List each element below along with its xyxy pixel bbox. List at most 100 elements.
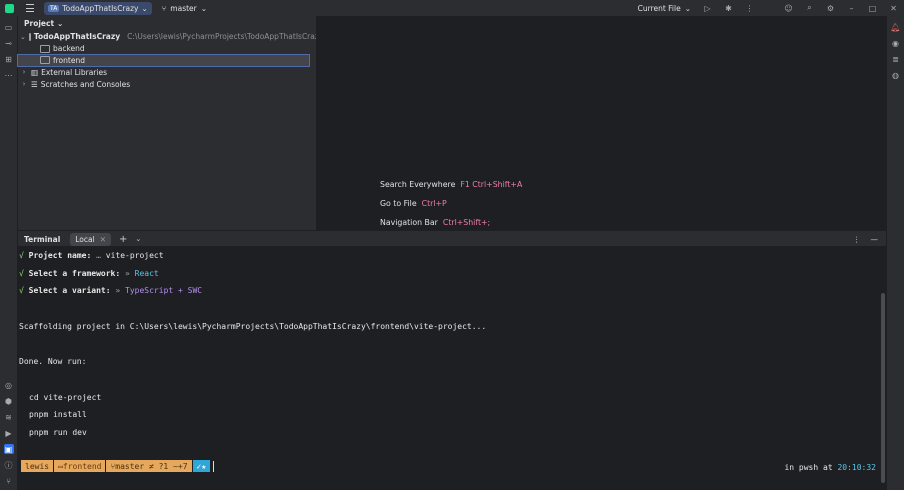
branch-icon: ⑂ — [161, 3, 167, 13]
tree-item-backend[interactable]: backend — [18, 43, 316, 55]
copilot-icon[interactable]: ◍ — [891, 70, 901, 80]
commit-tool-icon[interactable]: ⊸ — [4, 38, 14, 48]
terminal-title: Terminal — [24, 234, 61, 244]
tree-root-path: C:\Users\lewis\PycharmProjects\TodoAppTh… — [127, 32, 324, 42]
hint-label: Go to File — [380, 199, 417, 208]
app-logo-icon — [5, 3, 14, 13]
python-console-icon[interactable]: ⬢ — [4, 396, 14, 406]
terminal-tool-icon[interactable]: ▣ — [3, 444, 14, 454]
chevron-down-icon: ⌄ — [141, 3, 148, 13]
run-icon[interactable]: ▷ — [703, 4, 712, 13]
terminal-output[interactable]: √ Project name: … vite-project √ Select … — [18, 246, 886, 490]
chevron-down-icon: ⌄ — [200, 3, 208, 13]
terminal-scrollbar[interactable] — [881, 293, 885, 483]
prompt-dir-segment: ▭ frontend — [53, 460, 106, 472]
shell-prompt: lewis ▭ frontend ⑂ master ≠ ?1 ~+7 ✓ ★ — [21, 460, 215, 472]
title-bar: TA TodoAppThatIsCrazy ⌄ ⑂ master ⌄ Curre… — [0, 0, 904, 16]
editor-empty-state: Search Everywhere F1 Ctrl+Shift+A Go to … — [316, 16, 886, 230]
prompt-question: Select a variant: — [28, 286, 111, 295]
python-packages-icon[interactable]: ◎ — [4, 380, 14, 390]
terminal-line: √ Project name: … vite-project — [19, 251, 164, 260]
prompt-dir: frontend — [62, 461, 102, 471]
branch-name: master — [170, 3, 197, 13]
prompt-answer: React — [134, 269, 159, 278]
terminal-line: √ Select a variant: » TypeScript + SWC — [19, 286, 203, 295]
right-prompt-text: in pwsh at — [784, 463, 833, 472]
prompt-answer: TypeScript + SWC — [125, 286, 203, 295]
prompt-status-segment: ✓ ★ — [191, 460, 211, 472]
more-tools-icon[interactable]: ⋯ — [4, 70, 14, 80]
folder-icon — [40, 44, 50, 53]
hint-shortcut: Ctrl+P — [421, 199, 447, 208]
hint-label: Navigation Bar — [380, 218, 438, 227]
project-name: TodoAppThatIsCrazy — [62, 3, 139, 13]
tree-item-label: Scratches and Consoles — [40, 79, 131, 89]
tree-item-label: frontend — [53, 55, 85, 65]
hint-navigation-bar: Navigation Bar Ctrl+Shift+; — [380, 218, 490, 227]
right-prompt: in pwsh at 20:10:32 — [784, 463, 876, 472]
project-panel-title: Project — [24, 19, 55, 28]
layers-icon[interactable]: ≋ — [4, 412, 14, 422]
chevron-right-icon[interactable]: › — [20, 80, 28, 88]
git-tool-icon[interactable]: ⑂ — [4, 476, 14, 486]
prompt-git-segment: ⑂ master ≠ ?1 ~+7 — [105, 460, 192, 472]
folder-icon — [40, 56, 50, 65]
close-tab-icon[interactable]: ✕ — [100, 235, 106, 244]
more-actions-icon[interactable]: ⋮ — [745, 4, 754, 13]
structure-tool-icon[interactable]: ⊞ — [4, 54, 14, 64]
library-icon: ▥ — [31, 67, 39, 77]
maximize-icon[interactable]: □ — [868, 4, 877, 13]
chevron-down-icon[interactable]: ⌄ — [135, 235, 141, 243]
folder-icon — [28, 32, 31, 41]
run-config-label: Current File — [637, 3, 681, 13]
run-config-selector[interactable]: Current File ⌄ — [638, 4, 691, 13]
tree-item-external-libraries[interactable]: › ▥ External Libraries — [18, 66, 316, 78]
account-icon[interactable]: ☺ — [784, 4, 793, 13]
project-panel: Project ⌄ ⌄ TodoAppThatIsCrazy C:\Users\… — [17, 16, 323, 230]
right-tool-strip: 🔔︎ ◉ ≣ ◍ — [886, 16, 904, 490]
text-cursor — [213, 460, 215, 472]
tree-item-label: External Libraries — [41, 67, 107, 77]
minimize-icon[interactable]: – — [847, 4, 856, 13]
project-initials-badge: TA — [48, 4, 60, 12]
search-icon[interactable]: ⌕ — [805, 3, 814, 13]
hint-shortcut: Ctrl+Shift+; — [442, 218, 491, 227]
terminal-line: √ Select a framework: » React — [19, 269, 159, 278]
debug-icon[interactable]: ✱ — [724, 4, 733, 13]
tree-item-scratches[interactable]: › ☰ Scratches and Consoles — [18, 78, 316, 90]
prompt-question: Project name: — [28, 251, 92, 260]
project-selector[interactable]: TA TodoAppThatIsCrazy ⌄ — [44, 1, 152, 15]
hide-panel-icon[interactable]: — — [871, 235, 879, 244]
settings-icon[interactable]: ⚙ — [826, 4, 835, 13]
new-terminal-icon[interactable]: + — [119, 234, 127, 245]
project-panel-header[interactable]: Project ⌄ — [18, 16, 316, 31]
terminal-line: Done. Now run: — [19, 357, 87, 366]
prompt-question: Select a framework: — [28, 269, 121, 278]
left-tool-strip: ▭ ⊸ ⊞ ⋯ ◎ ⬢ ≋ ▶ ▣ ⓘ ⑂ — [0, 16, 18, 490]
hint-label: Search Everywhere — [380, 180, 456, 189]
scratches-icon: ☰ — [31, 79, 38, 89]
notifications-icon[interactable]: 🔔︎ — [890, 22, 900, 32]
database-icon[interactable]: ≣ — [891, 54, 901, 64]
right-prompt-time: 20:10:32 — [837, 463, 876, 472]
prompt-git-status: master ≠ ?1 ~+7 — [115, 461, 188, 471]
problems-icon[interactable]: ⓘ — [4, 460, 14, 470]
hint-shortcut: F1 Ctrl+Shift+A — [460, 180, 523, 189]
terminal-toolbar: Terminal Local ✕ + ⌄ ⋮ — — [18, 230, 886, 247]
terminal-line: pnpm install — [29, 410, 87, 419]
chevron-right-icon[interactable]: › — [20, 68, 28, 76]
hint-go-to-file: Go to File Ctrl+P — [380, 199, 447, 208]
main-menu-icon[interactable] — [26, 4, 34, 12]
tree-root[interactable]: ⌄ TodoAppThatIsCrazy C:\Users\lewis\Pych… — [18, 31, 323, 43]
tree-item-frontend[interactable]: frontend — [17, 53, 310, 68]
services-icon[interactable]: ▶ — [4, 428, 14, 438]
close-icon[interactable]: ✕ — [889, 4, 898, 13]
terminal-options-icon[interactable]: ⋮ — [853, 235, 861, 244]
chevron-down-icon: ⌄ — [57, 19, 64, 28]
chevron-down-icon[interactable]: ⌄ — [20, 33, 26, 41]
terminal-tab-local[interactable]: Local ✕ — [70, 232, 112, 246]
project-tool-icon[interactable]: ▭ — [4, 22, 14, 32]
chevron-down-icon: ⌄ — [684, 3, 691, 13]
ai-assistant-icon[interactable]: ◉ — [891, 38, 901, 48]
branch-selector[interactable]: ⑂ master ⌄ — [162, 4, 207, 13]
